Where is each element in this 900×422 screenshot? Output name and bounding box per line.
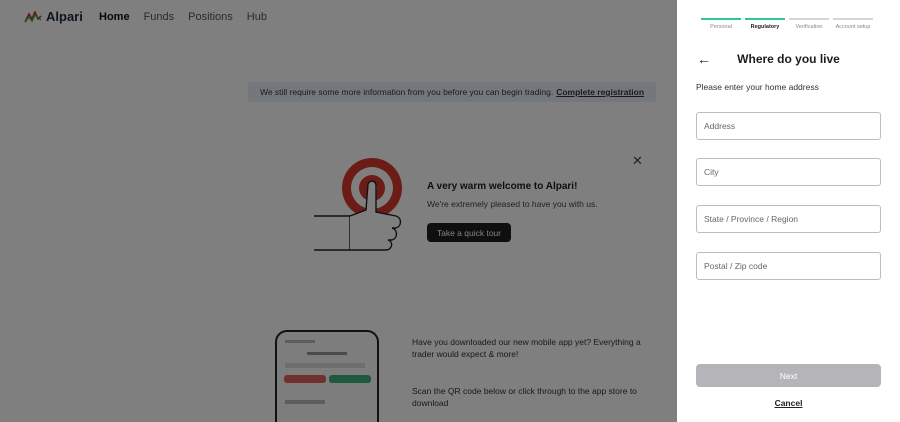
address-input[interactable]: [696, 112, 881, 140]
state-province-region-input[interactable]: [696, 205, 881, 233]
step-regulatory: Regulatory: [745, 18, 785, 30]
step-label: Personal: [710, 24, 732, 30]
step-track: [701, 18, 741, 20]
step-verification: Verification: [789, 18, 829, 30]
cancel-link[interactable]: Cancel: [677, 398, 900, 408]
step-label: Verification: [795, 24, 823, 30]
panel-title: Where do you live: [737, 52, 840, 66]
next-button[interactable]: Next: [696, 364, 881, 387]
step-track: [833, 18, 873, 20]
step-account-setup: Account setup: [833, 18, 873, 30]
step-label: Account setup: [835, 24, 871, 30]
step-track: [789, 18, 829, 20]
step-personal: Personal: [701, 18, 741, 30]
panel-subtitle: Please enter your home address: [696, 82, 819, 92]
step-label: Regulatory: [750, 24, 780, 30]
city-input[interactable]: [696, 158, 881, 186]
modal-overlay[interactable]: [0, 0, 677, 422]
address-panel: Personal Regulatory Verification Account…: [677, 0, 900, 422]
progress-steps: Personal Regulatory Verification Account…: [701, 18, 873, 30]
postal-zip-input[interactable]: [696, 252, 881, 280]
step-track: [745, 18, 785, 20]
